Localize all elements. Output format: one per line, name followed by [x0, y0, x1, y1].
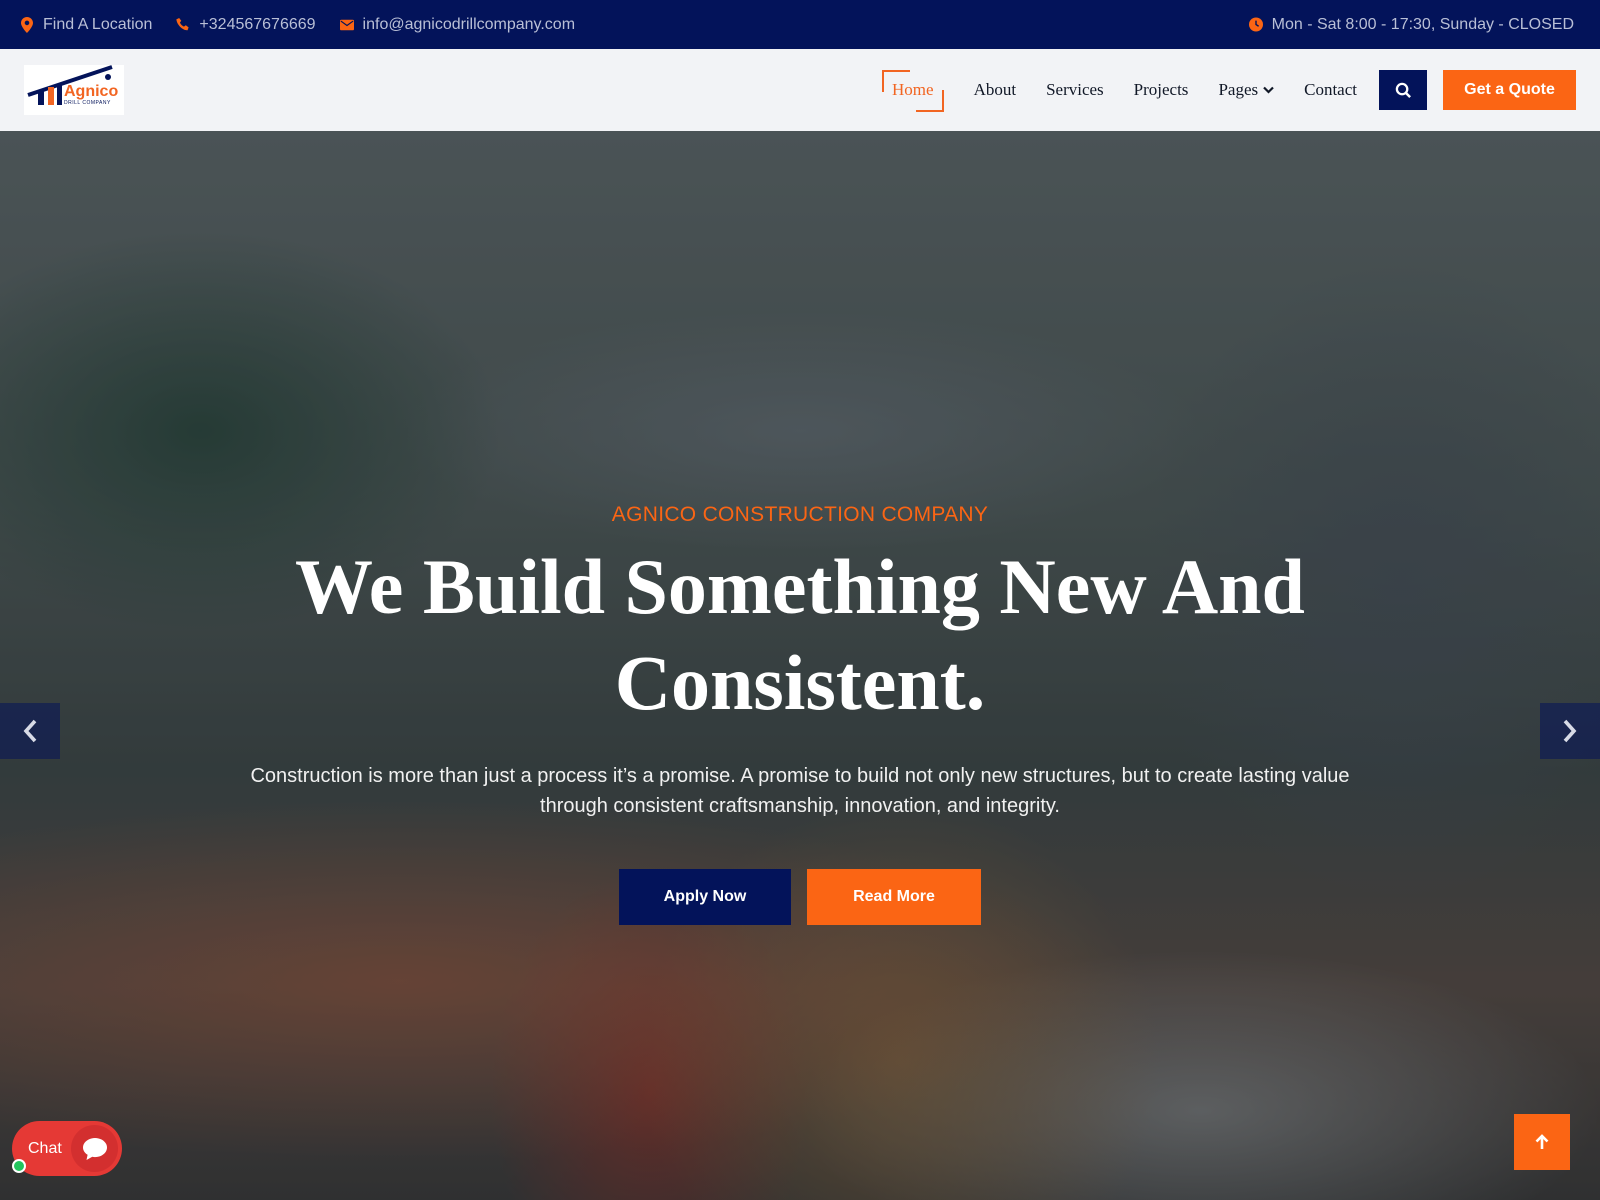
chat-bubble-icon: [71, 1125, 118, 1172]
clock-icon: [1248, 17, 1263, 33]
phone-icon: [176, 17, 190, 33]
slider-next-button[interactable]: [1540, 703, 1600, 759]
chevron-left-icon: [23, 719, 37, 743]
read-more-button[interactable]: Read More: [807, 869, 981, 925]
back-to-top-button[interactable]: [1514, 1114, 1570, 1170]
online-status-dot: [12, 1159, 26, 1173]
hero-eyebrow: AGNICO CONSTRUCTION COMPANY: [611, 503, 989, 526]
nav-menu: Home About Services Projects Pages Conta…: [882, 70, 1576, 112]
nav-item-pages-label: Pages: [1218, 80, 1259, 99]
nav-item-contact[interactable]: Contact: [1304, 80, 1357, 100]
hours-text: Mon - Sat 8:00 - 17:30, Sunday - CLOSED: [1271, 15, 1574, 33]
arrow-up-icon: [1535, 1134, 1549, 1149]
nav-item-home[interactable]: Home: [882, 70, 944, 112]
nav-item-pages[interactable]: Pages: [1218, 80, 1274, 100]
chat-widget-button[interactable]: Chat: [12, 1121, 122, 1176]
chevron-right-icon: [1563, 719, 1577, 743]
hero-headline: We Build Something New And Consistent.: [295, 543, 1305, 726]
hero-slider: AGNICO CONSTRUCTION COMPANY We Build Som…: [0, 131, 1600, 1200]
location-item[interactable]: Find A Location: [20, 16, 152, 34]
chat-label: Chat: [28, 1139, 62, 1157]
logo-name: Agnico: [64, 83, 119, 100]
contact-info: Find A Location +324567676669 info@agnic…: [20, 16, 575, 34]
logo-subtitle: DRILL COMPANY: [64, 100, 111, 106]
map-marker-icon: [20, 16, 34, 33]
search-button[interactable]: [1379, 70, 1427, 110]
phone-text: +324567676669: [199, 15, 316, 33]
nav-item-projects[interactable]: Projects: [1134, 80, 1189, 100]
email-item[interactable]: info@agnicodrillcompany.com: [339, 15, 576, 34]
email-text: info@agnicodrillcompany.com: [362, 15, 576, 33]
chevron-down-icon: [1263, 86, 1274, 94]
top-info-bar: Find A Location +324567676669 info@agnic…: [0, 0, 1600, 49]
get-quote-button[interactable]: Get a Quote: [1443, 70, 1576, 110]
company-logo[interactable]: Agnico DRILL COMPANY: [24, 65, 124, 115]
envelope-icon: [339, 17, 354, 33]
hero-description: Construction is more than just a process…: [250, 765, 1350, 817]
nav-item-services[interactable]: Services: [1046, 80, 1104, 100]
phone-item[interactable]: +324567676669: [176, 15, 316, 34]
apply-now-button[interactable]: Apply Now: [619, 869, 791, 925]
hero-buttons: Apply Now Read More: [0, 869, 1600, 925]
main-navbar: Agnico DRILL COMPANY Home About Services…: [0, 49, 1600, 131]
location-text: Find A Location: [43, 15, 153, 33]
search-icon: [1395, 82, 1411, 98]
hero-content: AGNICO CONSTRUCTION COMPANY We Build Som…: [0, 503, 1600, 925]
hours-item: Mon - Sat 8:00 - 17:30, Sunday - CLOSED: [1248, 15, 1574, 34]
nav-item-about[interactable]: About: [974, 80, 1017, 100]
slider-prev-button[interactable]: [0, 703, 60, 759]
